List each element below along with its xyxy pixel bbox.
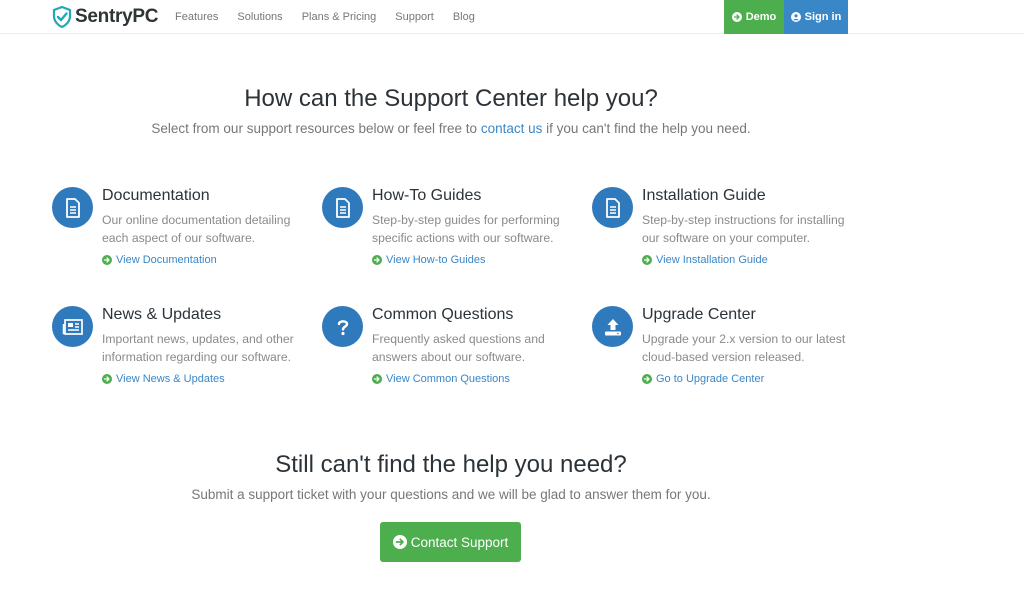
resource-installation-guide: Installation Guide Step-by-step instruct… xyxy=(592,187,852,277)
upload-icon[interactable] xyxy=(592,306,633,347)
resource-title: News & Updates xyxy=(102,306,222,323)
resource-common-questions: Common Questions Frequently asked questi… xyxy=(322,306,582,396)
subtitle-text-before: Select from our support resources below … xyxy=(151,121,481,136)
view-news-updates-link[interactable]: View News & Updates xyxy=(102,373,225,385)
arrow-circle-right-icon xyxy=(102,255,112,265)
view-installation-guide-link[interactable]: View Installation Guide xyxy=(642,254,768,266)
newspaper-icon[interactable] xyxy=(52,306,93,347)
resource-description: Frequently asked questions and answers a… xyxy=(372,332,545,364)
resource-title: Common Questions xyxy=(372,306,514,323)
contact-support-button[interactable]: Contact Support xyxy=(380,522,521,562)
nav-plans-pricing[interactable]: Plans & Pricing xyxy=(302,11,377,23)
question-icon[interactable] xyxy=(322,306,363,347)
view-documentation-link[interactable]: View Documentation xyxy=(102,254,217,266)
nav-blog[interactable]: Blog xyxy=(453,11,475,23)
resource-news-updates: News & Updates Important news, updates, … xyxy=(52,306,312,396)
subtitle-text-after: if you can't find the help you need. xyxy=(542,121,751,136)
resource-title: Installation Guide xyxy=(642,187,766,204)
demo-label: Demo xyxy=(745,11,777,23)
link-label: Go to Upgrade Center xyxy=(656,373,765,385)
help-section-subtitle: Submit a support ticket with your questi… xyxy=(191,487,711,502)
resource-title: How-To Guides xyxy=(372,187,482,204)
arrow-circle-right-icon xyxy=(102,374,112,384)
resource-description: Step-by-step instructions for installing… xyxy=(642,213,845,245)
contact-us-link[interactable]: contact us xyxy=(481,121,543,136)
main-nav: Features Solutions Plans & Pricing Suppo… xyxy=(175,0,494,34)
resource-description: Important news, updates, and other infor… xyxy=(102,332,294,364)
logo[interactable]: SentryPC xyxy=(52,4,158,30)
page-subtitle: Select from our support resources below … xyxy=(0,121,902,136)
logo-text: SentryPC xyxy=(75,6,159,27)
link-label: View Common Questions xyxy=(386,373,510,385)
resource-description: Our online documentation detailing each … xyxy=(102,213,291,245)
document-icon[interactable] xyxy=(52,187,93,228)
resource-title: Upgrade Center xyxy=(642,306,756,323)
nav-features[interactable]: Features xyxy=(175,11,218,23)
resource-upgrade-center: Upgrade Center Upgrade your 2.x version … xyxy=(592,306,852,396)
page-title: How can the Support Center help you? xyxy=(244,85,658,112)
document-icon[interactable] xyxy=(592,187,633,228)
arrow-circle-right-icon xyxy=(372,255,382,265)
arrow-circle-right-icon xyxy=(642,255,652,265)
arrow-circle-right-icon xyxy=(731,12,742,22)
arrow-circle-right-icon xyxy=(392,535,407,549)
resource-title: Documentation xyxy=(102,187,210,204)
shield-check-icon xyxy=(52,6,72,28)
document-icon[interactable] xyxy=(322,187,363,228)
resource-description: Step-by-step guides for performing speci… xyxy=(372,213,560,245)
view-how-to-guides-link[interactable]: View How-to Guides xyxy=(372,254,485,266)
arrow-circle-right-icon xyxy=(372,374,382,384)
signin-label: Sign in xyxy=(804,11,842,23)
user-circle-icon xyxy=(790,12,801,22)
demo-button[interactable]: Demo xyxy=(724,0,784,34)
link-label: View How-to Guides xyxy=(386,254,486,266)
nav-support[interactable]: Support xyxy=(395,11,434,23)
arrow-circle-right-icon xyxy=(642,374,652,384)
resource-how-to-guides: How-To Guides Step-by-step guides for pe… xyxy=(322,187,582,277)
link-label: View News & Updates xyxy=(116,373,225,385)
help-section-title: Still can't find the help you need? xyxy=(275,451,627,478)
resource-description: Upgrade your 2.x version to our latest c… xyxy=(642,332,846,364)
nav-solutions[interactable]: Solutions xyxy=(237,11,282,23)
contact-support-label: Contact Support xyxy=(410,534,509,550)
go-to-upgrade-center-link[interactable]: Go to Upgrade Center xyxy=(642,373,764,385)
signin-button[interactable]: Sign in xyxy=(784,0,848,34)
link-label: View Documentation xyxy=(116,254,217,266)
link-label: View Installation Guide xyxy=(656,254,768,266)
resource-documentation: Documentation Our online documentation d… xyxy=(52,187,312,277)
view-common-questions-link[interactable]: View Common Questions xyxy=(372,373,510,385)
site-header: SentryPC Features Solutions Plans & Pric… xyxy=(0,0,1024,34)
